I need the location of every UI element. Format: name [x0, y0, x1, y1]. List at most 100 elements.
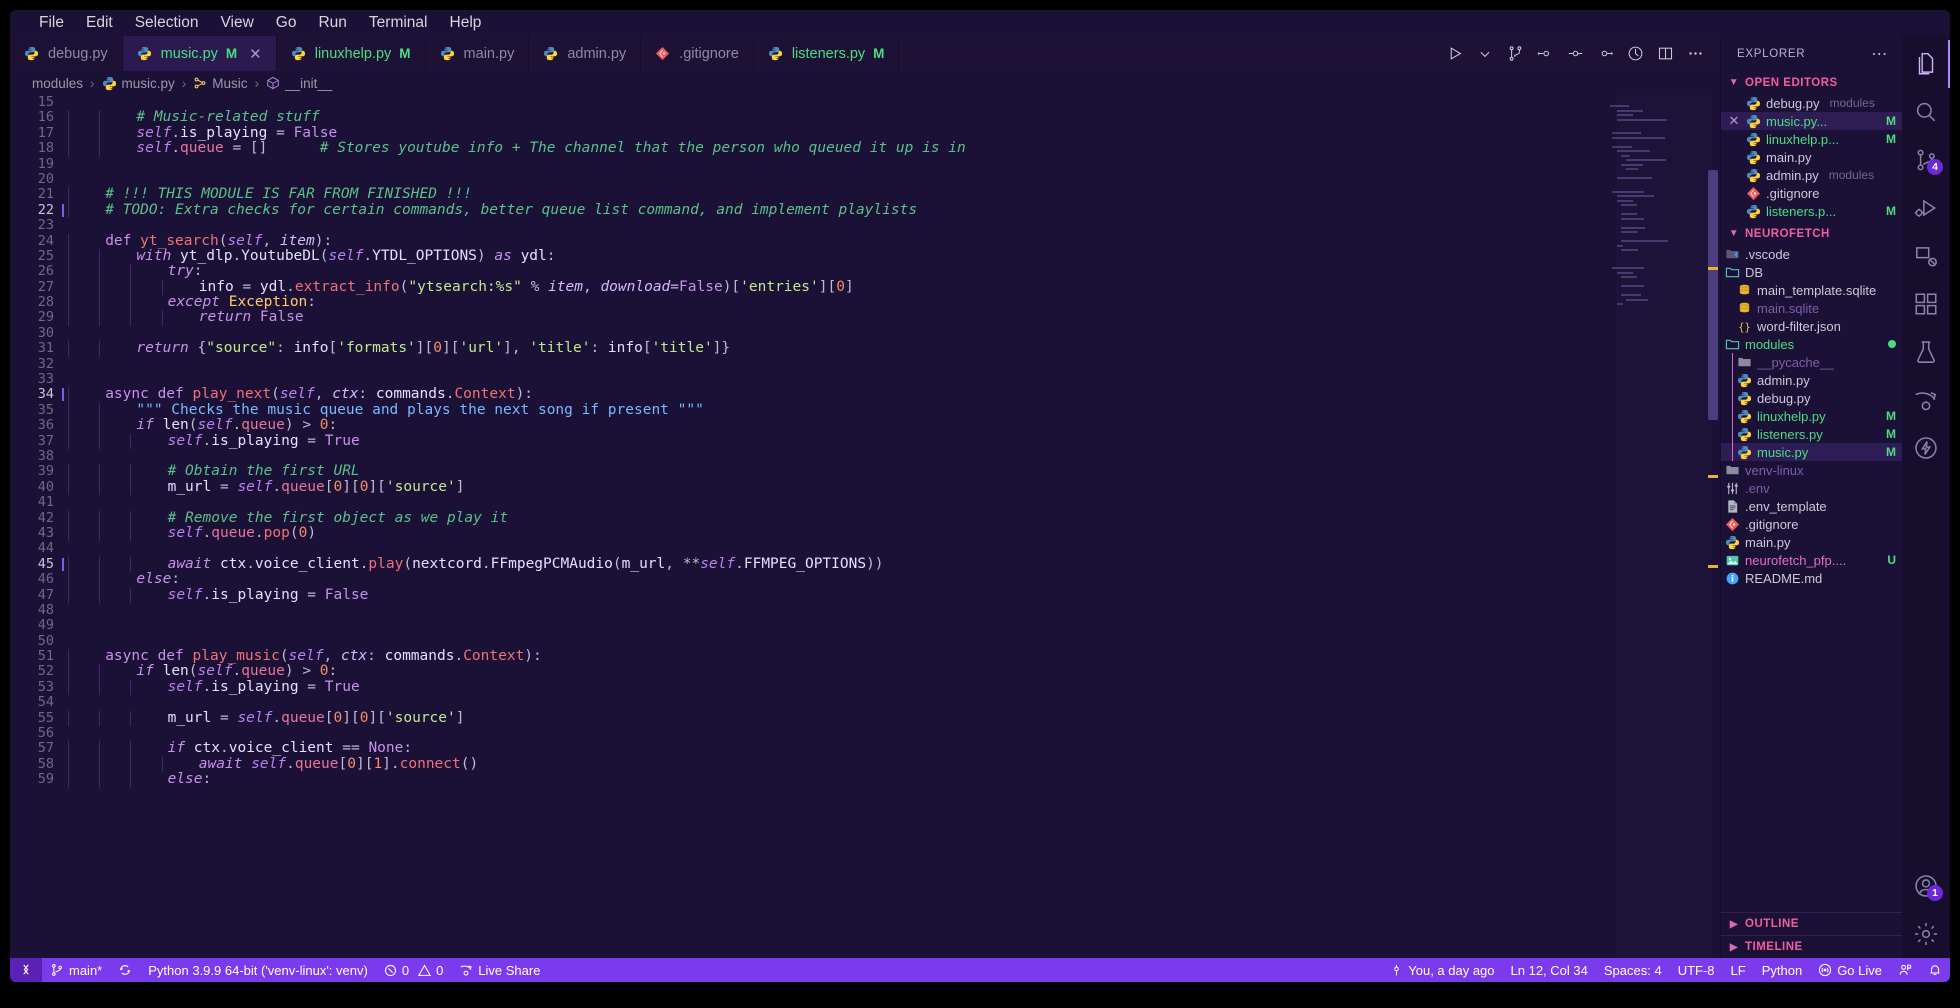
- code-line[interactable]: 30: [10, 325, 1720, 341]
- code-line[interactable]: 40 m_url = self.queue[0][0]['source']: [10, 479, 1720, 496]
- file-tree-item[interactable]: .gitignore: [1721, 515, 1902, 533]
- branch-status[interactable]: main*: [42, 958, 110, 982]
- code-line[interactable]: 17 self.is_playing = False: [10, 125, 1720, 142]
- code-text[interactable]: [68, 172, 1720, 187]
- python-interpreter[interactable]: Python 3.9.9 64-bit ('venv-linux': venv): [140, 958, 376, 982]
- code-line[interactable]: 42 # Remove the first object as we play i…: [10, 510, 1720, 526]
- editor-scrollbar-thumb[interactable]: [1708, 170, 1718, 420]
- breadcrumb-item-modules[interactable]: modules: [32, 76, 83, 91]
- indentation-status[interactable]: Spaces: 4: [1596, 958, 1670, 982]
- project-section-header[interactable]: ▼ NEUROFETCH: [1721, 222, 1902, 245]
- sync-changes-button[interactable]: [110, 958, 140, 982]
- menu-item-edit[interactable]: Edit: [75, 11, 124, 35]
- code-line[interactable]: 38: [10, 448, 1720, 464]
- code-line[interactable]: 22 # TODO: Extra checks for certain comma…: [10, 202, 1720, 219]
- code-line[interactable]: 55 m_url = self.queue[0][0]['source']: [10, 710, 1720, 727]
- tab-close-icon[interactable]: ✕: [249, 45, 262, 63]
- source-control-graph-button[interactable]: [1500, 39, 1530, 69]
- code-line[interactable]: 32: [10, 356, 1720, 372]
- breadcrumb[interactable]: modules › music.py › Music › __init__: [10, 71, 1720, 95]
- code-text[interactable]: self.queue = [] # Stores youtube info + …: [68, 140, 1720, 157]
- code-line[interactable]: 49: [10, 617, 1720, 633]
- code-text[interactable]: [68, 95, 1720, 110]
- file-tree-item[interactable]: main.sqlite: [1721, 299, 1902, 317]
- code-text[interactable]: except Exception:: [68, 294, 1720, 311]
- code-text[interactable]: try:: [68, 264, 1720, 280]
- breadcrumb-item-__init__[interactable]: __init__: [266, 76, 332, 91]
- menu-item-go[interactable]: Go: [265, 11, 308, 35]
- code-text[interactable]: # Music-related stuff: [68, 110, 1720, 126]
- code-line[interactable]: 19: [10, 156, 1720, 172]
- code-text[interactable]: return False: [68, 310, 1720, 326]
- menu-item-run[interactable]: Run: [307, 11, 357, 35]
- activity-bar-extensions[interactable]: [1902, 280, 1950, 328]
- code-line[interactable]: 54: [10, 694, 1720, 710]
- code-text[interactable]: # Remove the first object as we play it: [68, 510, 1720, 526]
- language-mode-status[interactable]: Python: [1754, 958, 1810, 982]
- code-text[interactable]: [68, 695, 1720, 710]
- open-editor-item[interactable]: admin.py modules: [1721, 166, 1902, 184]
- code-text[interactable]: async def play_music(self, ctx: commands…: [68, 648, 1720, 665]
- code-line[interactable]: 26 try:: [10, 263, 1720, 280]
- code-text[interactable]: m_url = self.queue[0][0]['source']: [68, 710, 1720, 727]
- code-text[interactable]: m_url = self.queue[0][0]['source']: [68, 479, 1720, 496]
- file-tree-item[interactable]: modules: [1721, 335, 1902, 353]
- outline-section-header[interactable]: ▶ OUTLINE: [1721, 912, 1902, 935]
- editor-tab--gitignore[interactable]: .gitignore: [641, 36, 754, 71]
- file-tree-item[interactable]: main.py: [1721, 533, 1902, 551]
- code-line[interactable]: 29 return False: [10, 310, 1720, 326]
- code-text[interactable]: if len(self.queue) > 0:: [68, 418, 1720, 434]
- code-line[interactable]: 48: [10, 602, 1720, 618]
- code-line[interactable]: 39 # Obtain the first URL: [10, 463, 1720, 480]
- open-editor-item[interactable]: debug.py modules: [1721, 94, 1902, 112]
- minimap[interactable]: [1606, 95, 1706, 958]
- file-tree-item[interactable]: music.py M: [1721, 443, 1902, 461]
- open-editors-section-header[interactable]: ▼ OPEN EDITORS: [1721, 71, 1902, 94]
- code-text[interactable]: [68, 603, 1720, 618]
- code-text[interactable]: [68, 326, 1720, 341]
- code-text[interactable]: def yt_search(self, item):: [68, 233, 1720, 249]
- notifications-button[interactable]: [1920, 958, 1950, 982]
- live-share-button[interactable]: Live Share: [451, 958, 548, 982]
- code-line[interactable]: 57 if ctx.voice_client == None:: [10, 740, 1720, 757]
- encoding-status[interactable]: UTF-8: [1670, 958, 1723, 982]
- open-editor-item[interactable]: listeners.p... M: [1721, 202, 1902, 220]
- code-line[interactable]: 28 except Exception:: [10, 294, 1720, 311]
- file-tree-item[interactable]: DB: [1721, 263, 1902, 281]
- code-line[interactable]: 27 info = ydl.extract_info("ytsearch:%s" …: [10, 279, 1720, 296]
- menu-item-help[interactable]: Help: [439, 11, 493, 35]
- activity-bar-thunder-client[interactable]: [1902, 424, 1950, 472]
- open-editor-item[interactable]: linuxhelp.p... M: [1721, 130, 1902, 148]
- more-actions-button[interactable]: [1680, 39, 1710, 69]
- code-text[interactable]: async def play_next(self, ctx: commands.…: [68, 387, 1720, 403]
- code-line[interactable]: 50: [10, 633, 1720, 649]
- activity-bar-live-share[interactable]: [1902, 376, 1950, 424]
- code-text[interactable]: [68, 357, 1720, 372]
- file-tree-item[interactable]: main_template.sqlite: [1721, 281, 1902, 299]
- code-text[interactable]: else:: [68, 571, 1720, 588]
- file-tree-item[interactable]: venv-linux: [1721, 461, 1902, 479]
- activity-bar-remote-explorer[interactable]: [1902, 232, 1950, 280]
- code-text[interactable]: self.is_playing = False: [68, 125, 1720, 142]
- code-text[interactable]: [68, 726, 1720, 741]
- file-tree-item[interactable]: {} word-filter.json: [1721, 317, 1902, 335]
- code-text[interactable]: self.is_playing = False: [68, 587, 1720, 603]
- activity-bar-search[interactable]: [1902, 88, 1950, 136]
- code-line[interactable]: 43 self.queue.pop(0): [10, 525, 1720, 542]
- breadcrumb-item-musicpy[interactable]: music.py: [102, 76, 175, 91]
- code-text[interactable]: # Obtain the first URL: [68, 464, 1720, 480]
- feedback-button[interactable]: [1890, 958, 1920, 982]
- cursor-position[interactable]: Ln 12, Col 34: [1503, 958, 1596, 982]
- code-text[interactable]: [68, 618, 1720, 633]
- file-tree-item[interactable]: debug.py: [1721, 389, 1902, 407]
- run-dropdown-chevron-icon[interactable]: [1470, 39, 1500, 69]
- code-line[interactable]: 37 self.is_playing = True: [10, 433, 1720, 449]
- code-line[interactable]: 18 self.queue = [] # Stores youtube info …: [10, 140, 1720, 157]
- activity-bar-accounts[interactable]: 1: [1902, 862, 1950, 910]
- eol-status[interactable]: LF: [1723, 958, 1754, 982]
- code-text[interactable]: [68, 541, 1720, 556]
- menu-item-selection[interactable]: Selection: [124, 11, 210, 35]
- code-lines[interactable]: 15 16 # Music-related stuff 17 self.is_playi…: [10, 95, 1720, 788]
- code-line[interactable]: 21 # !!! THIS MODULE IS FAR FROM FINISHED…: [10, 186, 1720, 203]
- file-tree-item[interactable]: .vscode: [1721, 245, 1902, 263]
